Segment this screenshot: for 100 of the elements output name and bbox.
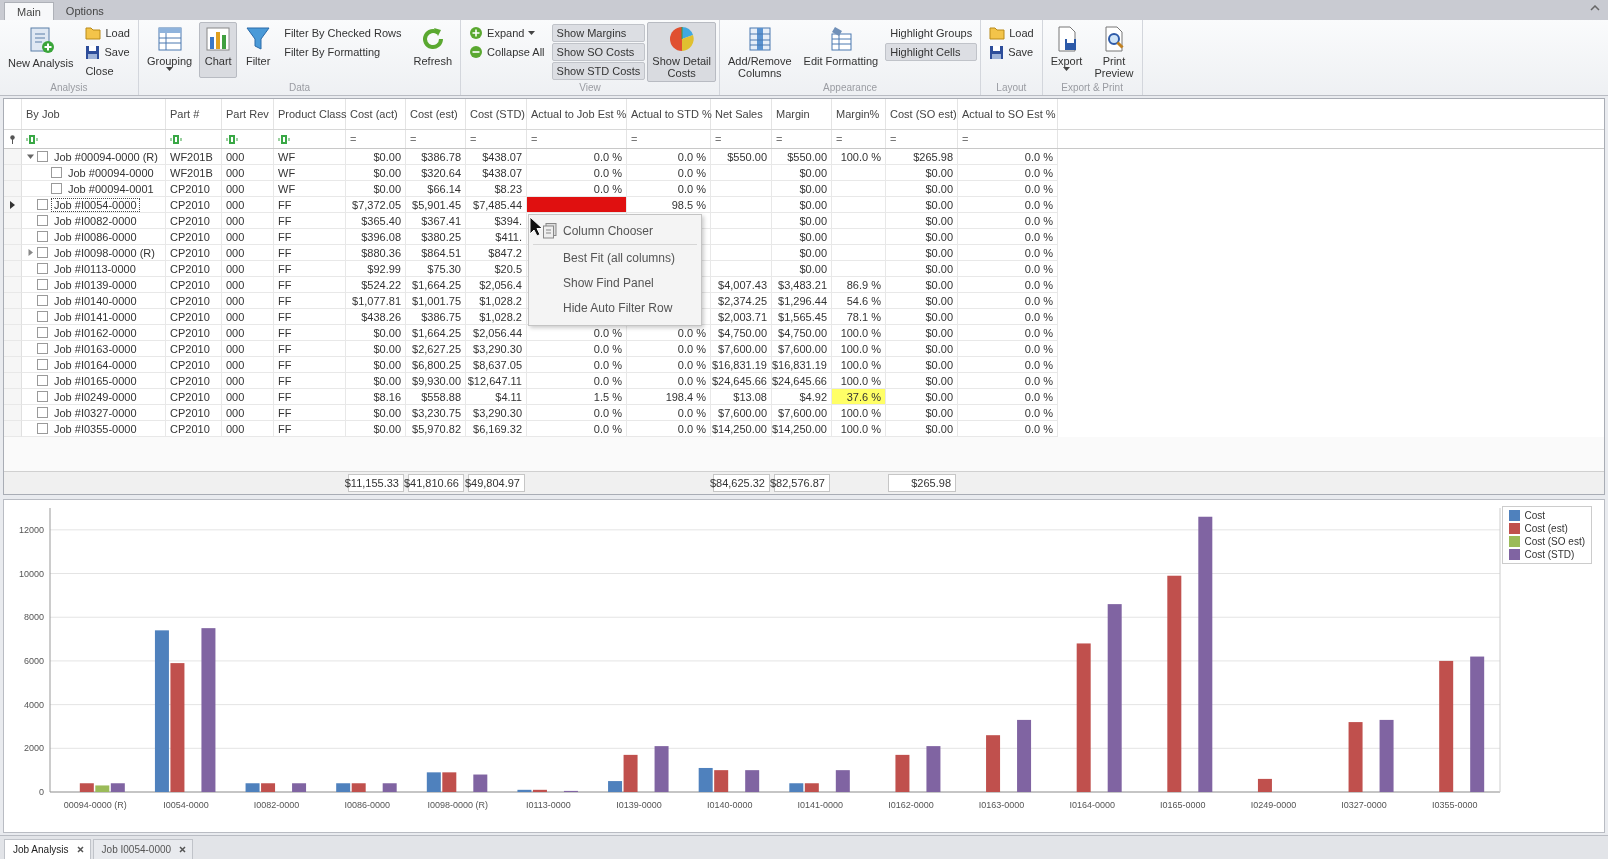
column-header[interactable]: Actual to STD % xyxy=(631,108,712,120)
table-cell: $7,600.00 xyxy=(711,341,772,357)
ribbon-button[interactable]: Filter By Formatting xyxy=(279,43,407,61)
filter-operator[interactable]: = xyxy=(715,133,722,145)
text-filter-icon[interactable] xyxy=(170,134,182,144)
ribbon-button[interactable]: Save xyxy=(80,43,135,61)
toggle-button[interactable]: Show Margins xyxy=(551,24,646,42)
checkbox[interactable] xyxy=(51,183,62,194)
column-header[interactable]: Part Rev xyxy=(226,108,269,120)
table-cell: $3,290.30 xyxy=(466,341,527,357)
document-tab[interactable]: Job Analysis xyxy=(4,839,91,859)
ribbon-button[interactable]: Grouping xyxy=(141,22,198,78)
column-header[interactable]: Cost (STD) xyxy=(470,108,525,120)
text-filter-icon[interactable] xyxy=(26,134,38,144)
column-header[interactable]: Margin% xyxy=(836,108,880,120)
close-icon[interactable] xyxy=(179,846,187,853)
ribbon-button[interactable]: Chart xyxy=(199,22,238,78)
ribbon-tab[interactable]: Options xyxy=(53,2,116,20)
document-tab[interactable]: Job I0054-0000 xyxy=(92,839,194,859)
checkbox[interactable] xyxy=(37,359,48,370)
toggle-button[interactable]: Show STD Costs xyxy=(551,62,646,80)
filter-operator[interactable]: = xyxy=(531,133,538,145)
toggle-button[interactable]: Highlight Cells xyxy=(885,43,978,61)
checkbox[interactable] xyxy=(37,263,48,274)
filter-operator[interactable]: = xyxy=(631,133,638,145)
bar xyxy=(1348,722,1363,792)
checkbox[interactable] xyxy=(37,423,48,434)
column-header[interactable]: Cost (act) xyxy=(350,108,398,120)
column-header[interactable]: Part # xyxy=(170,108,200,120)
text-filter-icon[interactable] xyxy=(226,134,238,144)
column-header[interactable]: Product Class xyxy=(278,108,347,120)
ribbon-button[interactable]: Expand xyxy=(464,24,550,42)
menu-item[interactable]: Best Fit (all columns) xyxy=(529,246,701,270)
filter-operator[interactable]: = xyxy=(470,133,477,145)
column-header[interactable]: Cost (SO est) xyxy=(890,108,957,120)
chevron-up-icon[interactable] xyxy=(1590,5,1600,11)
filter-operator[interactable]: = xyxy=(890,133,897,145)
column-header[interactable]: Actual to SO Est % xyxy=(962,108,1056,120)
checkbox[interactable] xyxy=(37,343,48,354)
ribbon-button[interactable]: Add/Remove Columns xyxy=(723,22,797,82)
ribbon-button[interactable]: Edit Formatting xyxy=(798,22,884,78)
ribbon-tab[interactable]: Main xyxy=(4,2,54,20)
filter-operator[interactable]: = xyxy=(776,133,783,145)
caret-icon[interactable] xyxy=(26,153,34,160)
ribbon-button[interactable]: Show Detail Costs xyxy=(647,22,716,82)
ribbon-button[interactable]: Refresh xyxy=(408,22,458,78)
bar xyxy=(926,746,941,792)
table-cell: $7,600.00 xyxy=(772,405,832,421)
checkbox[interactable] xyxy=(37,151,48,162)
table-cell: $0.00 xyxy=(886,165,958,181)
checkbox[interactable] xyxy=(37,375,48,386)
text-filter-icon[interactable] xyxy=(278,134,290,144)
bar xyxy=(79,783,94,792)
column-header[interactable]: Margin xyxy=(776,108,810,120)
checkbox[interactable] xyxy=(37,407,48,418)
tick-label: I0139-0000 xyxy=(616,800,662,810)
column-header[interactable]: Actual to Job Est % xyxy=(531,108,627,120)
ribbon-button[interactable]: Load xyxy=(984,24,1039,42)
checkbox[interactable] xyxy=(37,295,48,306)
menu-item[interactable]: Hide Auto Filter Row xyxy=(529,296,701,320)
toggle-button[interactable]: Show SO Costs xyxy=(551,43,646,61)
folder-icon xyxy=(85,26,102,40)
checkbox[interactable] xyxy=(37,215,48,226)
table-cell: FF xyxy=(274,389,346,405)
checkbox[interactable] xyxy=(51,167,62,178)
ribbon-button[interactable]: New Analysis xyxy=(3,22,79,78)
ribbon-button[interactable]: Save xyxy=(984,43,1039,61)
ribbon-button[interactable]: Filter By Checked Rows xyxy=(279,24,407,42)
column-header[interactable]: Cost (est) xyxy=(410,108,458,120)
table-cell: CP2010 xyxy=(166,293,222,309)
close-icon[interactable] xyxy=(76,846,84,853)
checkbox[interactable] xyxy=(37,327,48,338)
filter-operator[interactable]: = xyxy=(836,133,843,145)
ribbon-button[interactable]: Filter xyxy=(239,22,278,78)
column-header[interactable]: Net Sales xyxy=(715,108,763,120)
ribbon-button[interactable]: Close xyxy=(80,62,135,80)
menu-item[interactable]: Show Find Panel xyxy=(529,271,701,295)
filter-operator[interactable]: = xyxy=(962,133,969,145)
table-cell: CP2010 xyxy=(166,309,222,325)
checkbox[interactable] xyxy=(37,391,48,402)
column-header[interactable]: By Job xyxy=(26,108,60,120)
ribbon-button[interactable]: Collapse All xyxy=(464,43,550,61)
filter-operator[interactable]: = xyxy=(350,133,357,145)
tick-label: I0140-0000 xyxy=(706,800,753,810)
checkbox[interactable] xyxy=(37,231,48,242)
ribbon-button[interactable]: Load xyxy=(80,24,135,42)
checkbox[interactable] xyxy=(37,247,48,258)
ribbon-button[interactable]: Export xyxy=(1045,22,1088,78)
table-cell: $438.07 xyxy=(466,165,527,181)
checkbox[interactable] xyxy=(37,279,48,290)
table-cell: 100.0 % xyxy=(832,325,886,341)
checkbox[interactable] xyxy=(37,311,48,322)
toggle-button[interactable]: Highlight Groups xyxy=(885,24,978,42)
filter-operator[interactable]: = xyxy=(410,133,417,145)
table-cell: 0.0 % xyxy=(527,373,627,389)
checkbox[interactable] xyxy=(37,199,48,210)
ribbon-button[interactable]: Print Preview xyxy=(1089,22,1139,82)
table-cell-text: Job #00094-0000 (R) xyxy=(53,150,159,163)
table-cell: $1,565.45 xyxy=(772,309,832,325)
caret-icon[interactable] xyxy=(26,249,34,256)
